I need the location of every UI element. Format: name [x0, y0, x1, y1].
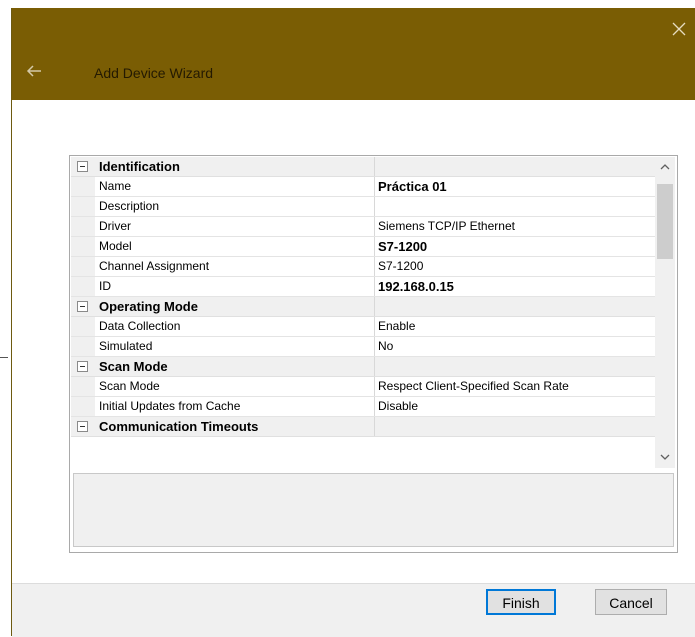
property-name: Data Collection [99, 317, 375, 336]
close-icon[interactable] [672, 22, 686, 36]
property-row[interactable]: Channel Assignment S7-1200 [71, 257, 655, 277]
property-row[interactable]: Simulated No [71, 337, 655, 357]
property-name: Scan Mode [99, 377, 375, 396]
property-row[interactable]: ID 192.168.0.15 [71, 277, 655, 297]
property-value[interactable]: Enable [378, 317, 654, 336]
property-value[interactable]: S7-1200 [378, 237, 654, 256]
property-value[interactable]: Respect Client-Specified Scan Rate [378, 377, 654, 396]
property-rows: Identification Name Práctica 01 Description… [71, 157, 655, 437]
back-arrow-icon[interactable] [26, 64, 42, 78]
property-name: Channel Assignment [99, 257, 375, 276]
title-bar: Add Device Wizard [12, 8, 695, 100]
property-row[interactable]: Data Collection Enable [71, 317, 655, 337]
category-label: Identification [99, 159, 180, 174]
column-divider [374, 297, 375, 316]
dialog-title: Add Device Wizard [94, 65, 214, 81]
scroll-up-icon[interactable] [655, 157, 675, 177]
property-name: Driver [99, 217, 375, 236]
add-device-wizard-dialog: Add Device Wizard Identification Name Prác… [11, 8, 695, 637]
scroll-down-icon[interactable] [655, 447, 675, 467]
property-value[interactable]: Práctica 01 [378, 177, 654, 196]
property-value[interactable]: Siemens TCP/IP Ethernet [378, 217, 654, 236]
background-strip [0, 0, 11, 636]
scroll-thumb[interactable] [657, 184, 673, 259]
row-gutter [71, 197, 95, 216]
row-gutter [71, 397, 95, 416]
description-pane [73, 473, 674, 547]
finish-button[interactable]: Finish [486, 589, 556, 615]
property-row[interactable]: Scan Mode Respect Client-Specified Scan R… [71, 377, 655, 397]
category-label: Scan Mode [99, 359, 168, 374]
property-value[interactable]: 192.168.0.15 [378, 277, 654, 296]
row-gutter [71, 277, 95, 296]
property-name: Name [99, 177, 375, 196]
property-row[interactable]: Description [71, 197, 655, 217]
property-row[interactable]: Initial Updates from Cache Disable [71, 397, 655, 417]
column-divider [374, 157, 375, 176]
row-gutter [71, 337, 95, 356]
category-row[interactable]: Identification [71, 157, 655, 177]
row-gutter [71, 217, 95, 236]
column-divider [374, 417, 375, 436]
column-divider [374, 357, 375, 376]
property-name: Model [99, 237, 375, 256]
category-label: Operating Mode [99, 299, 198, 314]
button-footer [12, 583, 695, 637]
property-name: Description [99, 197, 375, 216]
row-gutter [71, 237, 95, 256]
collapse-icon[interactable] [77, 301, 88, 312]
cancel-button[interactable]: Cancel [595, 589, 667, 615]
category-row[interactable]: Scan Mode [71, 357, 655, 377]
vertical-scrollbar[interactable] [655, 157, 675, 468]
row-gutter [71, 317, 95, 336]
property-grid: Identification Name Práctica 01 Description… [69, 155, 678, 553]
property-value[interactable]: S7-1200 [378, 257, 654, 276]
category-row[interactable]: Operating Mode [71, 297, 655, 317]
property-value[interactable]: Disable [378, 397, 654, 416]
property-name: Simulated [99, 337, 375, 356]
divider-tick [0, 357, 8, 358]
category-label: Communication Timeouts [99, 419, 259, 434]
row-gutter [71, 377, 95, 396]
property-name: ID [99, 277, 375, 296]
property-name: Initial Updates from Cache [99, 397, 375, 416]
property-row[interactable]: Model S7-1200 [71, 237, 655, 257]
row-gutter [71, 257, 95, 276]
property-value[interactable] [378, 197, 654, 216]
collapse-icon[interactable] [77, 361, 88, 372]
collapse-icon[interactable] [77, 161, 88, 172]
category-row[interactable]: Communication Timeouts [71, 417, 655, 437]
row-gutter [71, 177, 95, 196]
collapse-icon[interactable] [77, 421, 88, 432]
property-row[interactable]: Name Práctica 01 [71, 177, 655, 197]
property-value[interactable]: No [378, 337, 654, 356]
property-row[interactable]: Driver Siemens TCP/IP Ethernet [71, 217, 655, 237]
